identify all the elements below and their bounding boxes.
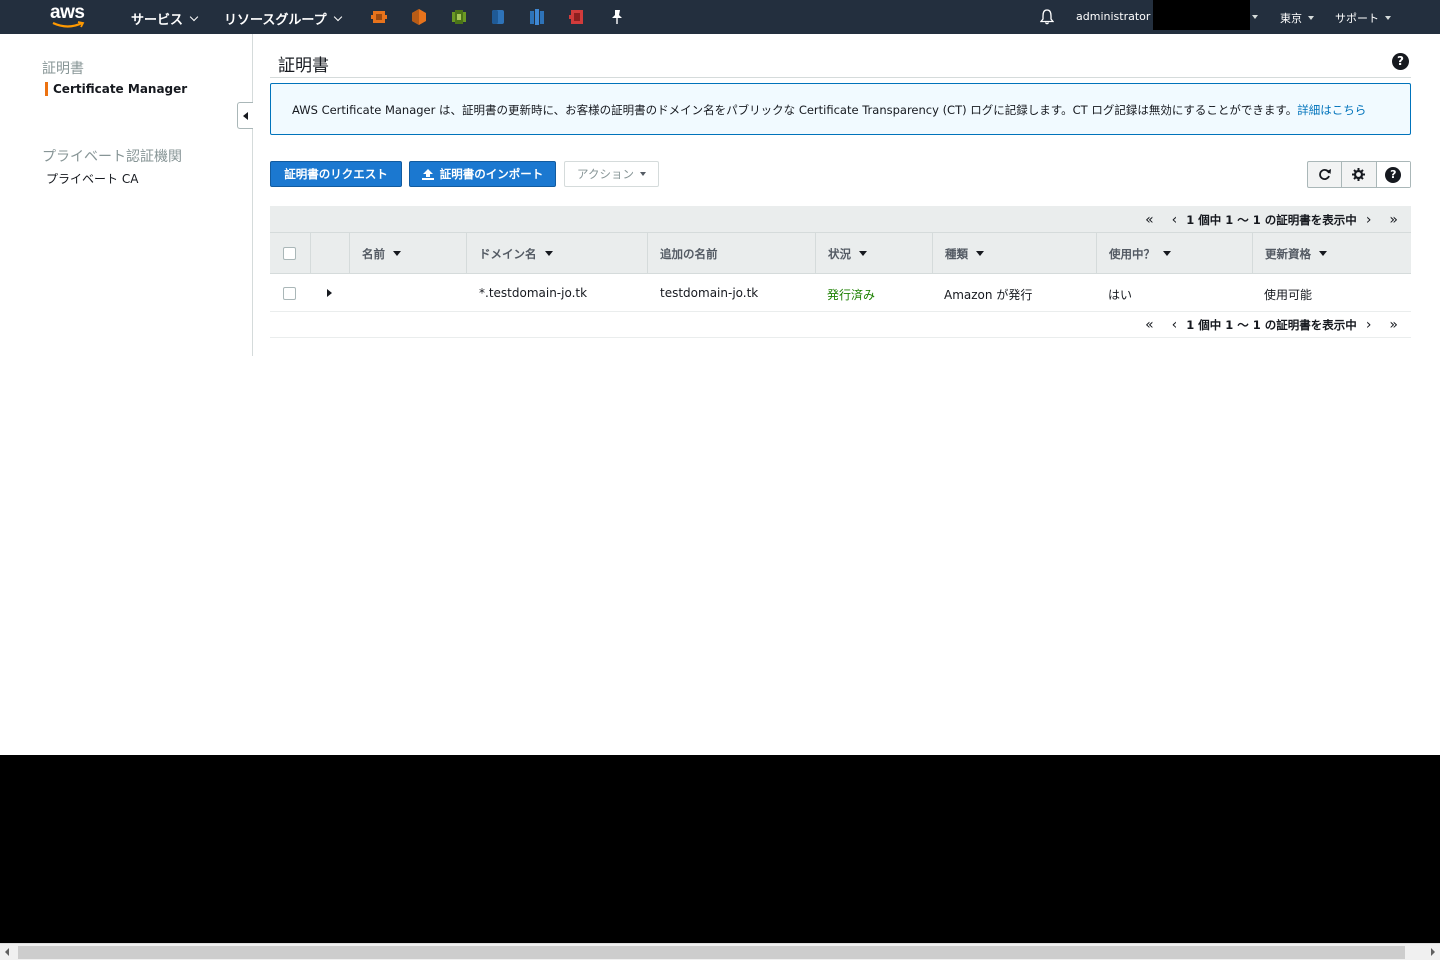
ec2-icon[interactable]: [371, 9, 387, 25]
learn-more-link[interactable]: 詳細はこちら: [1297, 103, 1366, 117]
table-help-button[interactable]: ?: [1376, 162, 1410, 187]
dynamodb-icon[interactable]: [529, 9, 545, 25]
aws-logo[interactable]: aws: [50, 3, 90, 30]
horizontal-scrollbar[interactable]: [0, 943, 1440, 960]
info-banner: AWS Certificate Manager は、証明書の更新時に、お客様の証…: [270, 83, 1411, 135]
upload-icon: [421, 168, 434, 180]
column-status[interactable]: 状況: [815, 233, 932, 274]
page-title: 証明書: [278, 56, 329, 76]
sidebar-item-certificate-manager[interactable]: Certificate Manager: [45, 82, 187, 96]
rds-icon[interactable]: [490, 9, 506, 25]
first-page-icon[interactable]: «: [1145, 212, 1154, 228]
sidebar-section-private-ca: プライベート認証機関: [42, 149, 182, 165]
sidebar-collapse-button[interactable]: [237, 102, 253, 129]
select-all-cell: [270, 233, 310, 274]
title-divider: [270, 77, 1411, 78]
info-text: AWS Certificate Manager は、証明書の更新時に、お客様の証…: [292, 103, 1298, 117]
cell-renewal: 使用可能: [1264, 288, 1313, 302]
table-row[interactable]: *.testdomain-jo.tk testdomain-jo.tk 発行済み…: [270, 274, 1411, 312]
table-bottom-divider: [270, 337, 1411, 338]
resource-groups-menu[interactable]: リソースグループ: [224, 9, 342, 28]
certificate-icon[interactable]: [569, 9, 585, 25]
sidebar-item-private-ca[interactable]: プライベート CA: [46, 170, 138, 187]
prev-page-icon[interactable]: ‹: [1172, 212, 1178, 228]
select-all-checkbox[interactable]: [283, 247, 296, 260]
settings-button[interactable]: [1342, 162, 1377, 187]
refresh-button[interactable]: [1308, 162, 1343, 187]
cell-status: 発行済み: [827, 288, 876, 302]
column-additional-names: 追加の名前: [647, 233, 815, 274]
services-menu[interactable]: サービス: [131, 9, 199, 28]
column-type[interactable]: 種類: [932, 233, 1096, 274]
pagination-bottom: « ‹ 1 個中 1 ～ 1 の証明書を表示中 › »: [1136, 317, 1398, 333]
sidebar-section-certificates: 証明書: [42, 61, 84, 77]
scroll-left-icon[interactable]: [5, 948, 9, 956]
cell-type: Amazon が発行: [944, 288, 1033, 302]
lambda-icon[interactable]: [411, 9, 427, 25]
table-head: 名前 ドメイン名 追加の名前 状況 種類 使用中？ 更新資格: [270, 232, 1411, 274]
user-menu[interactable]: administrator @: [1076, 10, 1165, 23]
pin-icon[interactable]: [609, 9, 625, 25]
import-certificate-button[interactable]: 証明書のインポート: [409, 161, 556, 187]
redacted-account-id: [1153, 0, 1250, 30]
prev-page-icon[interactable]: ‹: [1172, 317, 1178, 333]
cell-domain: *.testdomain-jo.tk: [479, 286, 588, 300]
next-page-icon[interactable]: ›: [1366, 317, 1372, 333]
pagination-text: 1 個中 1 ～ 1 の証明書を表示中: [1186, 213, 1357, 227]
expand-column: [310, 233, 349, 274]
request-certificate-button[interactable]: 証明書のリクエスト: [270, 161, 402, 187]
next-page-icon[interactable]: ›: [1366, 212, 1372, 228]
column-name[interactable]: 名前: [349, 233, 466, 274]
expand-row-icon[interactable]: [327, 289, 332, 297]
bell-icon[interactable]: [1040, 9, 1054, 25]
pagination-text: 1 個中 1 ～ 1 の証明書を表示中: [1186, 318, 1357, 332]
column-renewal[interactable]: 更新資格: [1252, 233, 1411, 274]
pagination-top: « ‹ 1 個中 1 ～ 1 の証明書を表示中 › »: [1136, 212, 1398, 228]
redacted-area: [0, 755, 1440, 943]
cell-in-use: はい: [1108, 288, 1133, 302]
last-page-icon[interactable]: »: [1389, 317, 1398, 333]
last-page-icon[interactable]: »: [1389, 212, 1398, 228]
user-menu-caret-icon[interactable]: [1252, 15, 1258, 19]
first-page-icon[interactable]: «: [1145, 317, 1154, 333]
top-nav: aws サービス リソースグループ administrator @ 東京 サポー…: [0, 0, 1440, 34]
gear-icon: [1352, 168, 1366, 181]
actions-dropdown[interactable]: アクション: [564, 161, 659, 187]
help-circle-icon: ?: [1385, 166, 1402, 183]
help-icon[interactable]: ?: [1392, 53, 1409, 70]
sidebar: 証明書 Certificate Manager プライベート認証機関 プライベー…: [0, 34, 253, 356]
cloudformation-icon[interactable]: [451, 9, 467, 25]
support-menu[interactable]: サポート: [1335, 10, 1391, 26]
scroll-right-icon[interactable]: [1431, 948, 1435, 956]
scrollbar-thumb[interactable]: [18, 946, 1405, 959]
row-checkbox[interactable]: [283, 287, 296, 300]
refresh-icon: [1319, 169, 1332, 180]
column-in-use[interactable]: 使用中？: [1096, 233, 1252, 274]
cell-additional-names: testdomain-jo.tk: [660, 286, 759, 300]
region-menu[interactable]: 東京: [1280, 10, 1314, 26]
column-domain[interactable]: ドメイン名: [466, 233, 647, 274]
table-tools: ?: [1307, 161, 1411, 188]
